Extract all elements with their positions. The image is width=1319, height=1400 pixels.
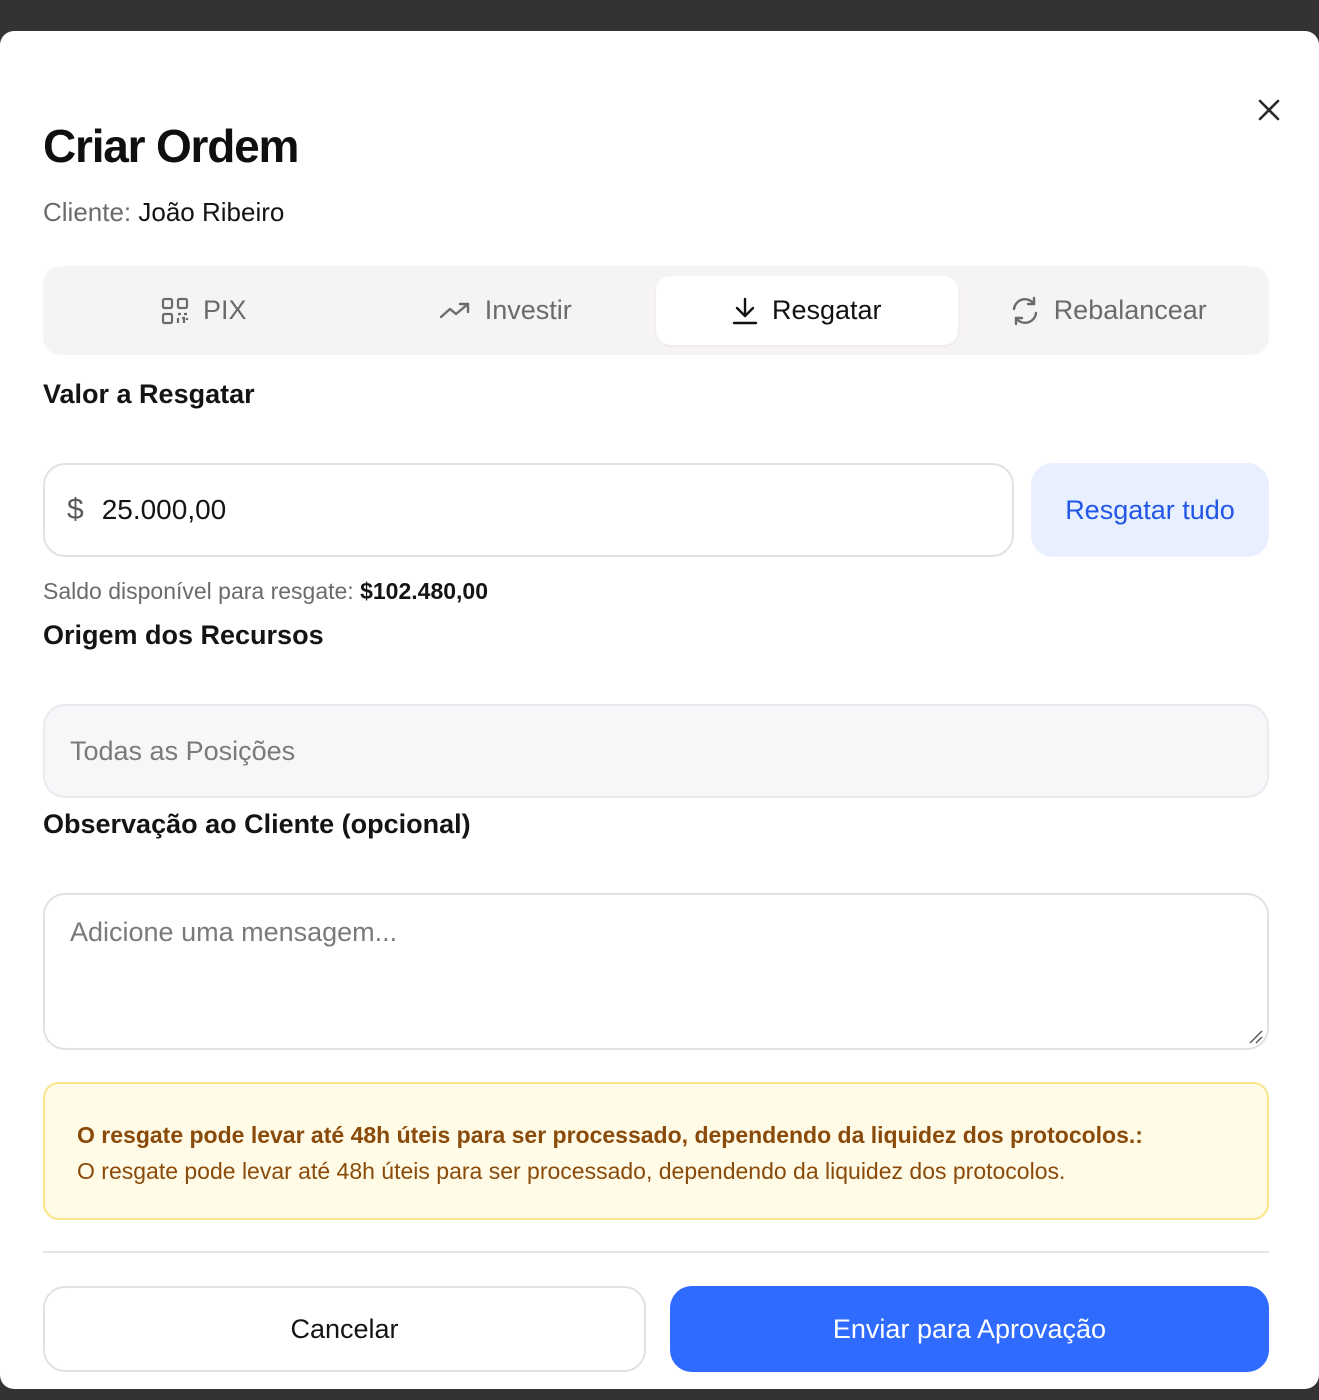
amount-label: Valor a Resgatar: [43, 379, 255, 409]
refresh-icon: [1012, 296, 1037, 325]
available-balance: Saldo disponível para resgate: $102.480,…: [43, 578, 488, 605]
source-label: Origem dos Recursos: [43, 620, 324, 650]
close-button[interactable]: [1250, 91, 1288, 129]
note-placeholder: Adicione uma mensagem...: [70, 917, 398, 947]
close-icon: [1258, 99, 1280, 121]
source-select[interactable]: Todas as Posições: [43, 704, 1269, 798]
note-textarea[interactable]: Adicione uma mensagem...: [43, 893, 1269, 1050]
note-label: Observação ao Cliente (opcional): [43, 809, 471, 839]
tab-pix[interactable]: PIX: [53, 276, 355, 345]
modal-title: Criar Ordem: [43, 120, 299, 172]
download-icon: [732, 297, 758, 324]
balance-label: Saldo disponível para resgate:: [43, 578, 354, 604]
alert-body: O resgate pode levar até 48h úteis para …: [77, 1158, 1066, 1184]
tab-rebalance[interactable]: Rebalancear: [958, 276, 1260, 345]
client-label: Cliente:: [43, 197, 132, 227]
warning-alert: O resgate pode levar até 48h úteis para …: [43, 1082, 1269, 1220]
footer-divider: [43, 1251, 1269, 1253]
tab-redeem[interactable]: Resgatar: [656, 276, 958, 345]
submit-for-approval-button[interactable]: Enviar para Aprovação: [670, 1286, 1269, 1372]
qr-code-icon: [161, 297, 189, 324]
cancel-button[interactable]: Cancelar: [43, 1286, 646, 1372]
trending-up-icon: [439, 302, 469, 318]
client-info: Cliente: João Ribeiro: [43, 197, 284, 228]
balance-value: $102.480,00: [360, 578, 488, 604]
source-selected-value: Todas as Posições: [70, 735, 296, 766]
create-order-modal: Criar Ordem Cliente: João Ribeiro PIX In…: [0, 31, 1319, 1389]
redeem-all-button[interactable]: Resgatar tudo: [1031, 463, 1269, 557]
order-type-tabs: PIX Investir Resgatar Rebalancear: [43, 266, 1269, 355]
client-name: João Ribeiro: [138, 197, 285, 227]
alert-title: O resgate pode levar até 48h úteis para …: [77, 1122, 1143, 1148]
currency-symbol: $: [67, 493, 84, 526]
tab-pix-label: PIX: [202, 295, 247, 325]
tab-rebalance-label: Rebalancear: [1053, 295, 1207, 325]
tab-invest[interactable]: Investir: [355, 276, 657, 345]
tab-redeem-label: Resgatar: [771, 295, 882, 325]
amount-input[interactable]: $ 25.000,00: [43, 463, 1014, 557]
tab-invest-label: Investir: [484, 295, 572, 325]
resize-grip-icon[interactable]: [1247, 1028, 1263, 1044]
amount-value: 25.000,00: [101, 494, 227, 525]
